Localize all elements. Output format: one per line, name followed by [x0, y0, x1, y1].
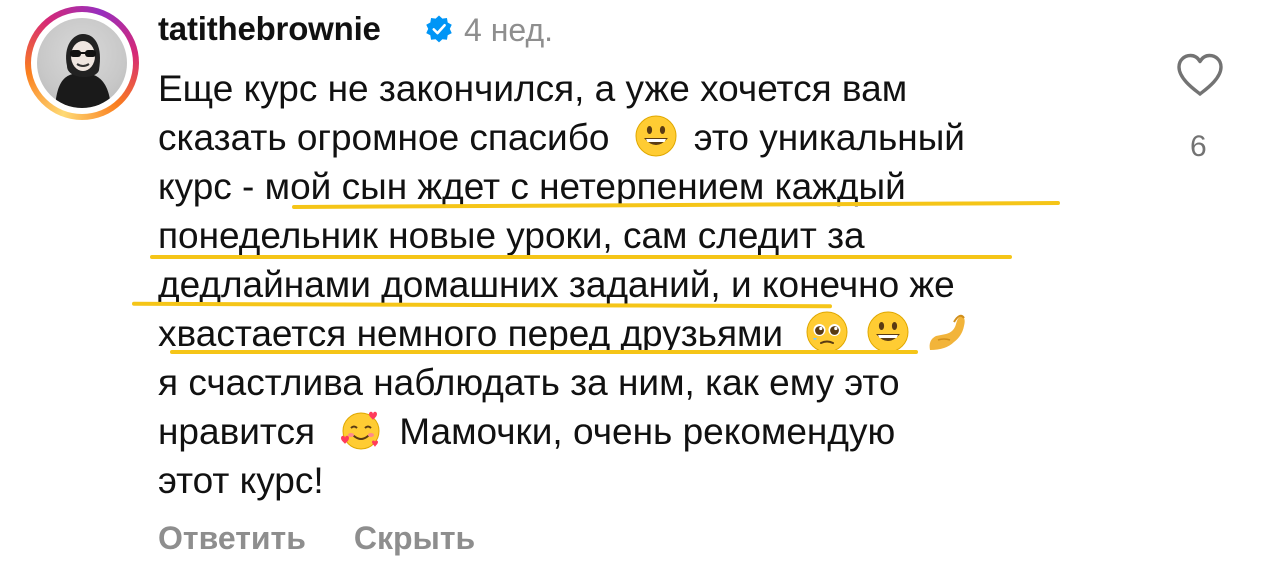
comment-line-text: это уникальный: [693, 117, 965, 158]
comment-line: Еще курс не закончился, а уже хочется ва…: [158, 64, 1158, 113]
avatar-photo: [37, 18, 127, 108]
comment-timestamp: 4 нед.: [464, 12, 554, 48]
comment-line-text: я счастлива наблюдать за ним, как ему эт…: [158, 362, 900, 403]
comment-line-text: сказать огромное спасибо: [158, 117, 610, 158]
comment-line-text: дедлайнами домашних заданий, и конечно ж…: [158, 264, 955, 305]
reply-button[interactable]: Ответить: [158, 520, 306, 556]
comment-text: Еще курс не закончился, а уже хочется ва…: [158, 64, 1158, 505]
comment-line-text: хвастается немного перед друзьями: [158, 313, 784, 354]
comment-username[interactable]: tatithebrownie: [158, 10, 381, 48]
grinning-face-emoji: [867, 311, 909, 353]
comment-line: сказать огромное спасибо это уникальный: [158, 113, 1158, 162]
highlight-underline: [170, 350, 918, 354]
heart-outline-icon[interactable]: [1175, 52, 1225, 98]
comment-line: нравится Мамочки, очень рекомендую: [158, 407, 1158, 456]
avatar-person-icon: [55, 34, 111, 108]
comment-line-text: курс - мой сын ждет с нетерпением каждый: [158, 166, 906, 207]
grinning-face-emoji: [635, 115, 677, 157]
like-count: 6: [1190, 130, 1207, 163]
comment-line-text: нравится: [158, 411, 315, 452]
comment-line: я счастлива наблюдать за ним, как ему эт…: [158, 358, 1158, 407]
pleading-face-emoji: [806, 311, 848, 353]
verified-badge-icon: [426, 15, 452, 43]
comment-line-text: Еще курс не закончился, а уже хочется ва…: [158, 68, 908, 109]
comment-actions: Ответить Скрыть: [158, 520, 523, 557]
comment-line: понедельник новые уроки, сам следит за: [158, 211, 1158, 260]
pinching-hand-emoji: [929, 314, 965, 350]
comment-line-text: понедельник новые уроки, сам следит за: [158, 215, 865, 256]
comment-line-text: этот курс!: [158, 460, 324, 501]
smiling-face-with-hearts-emoji: [341, 411, 380, 450]
comment-line-text: Мамочки, очень рекомендую: [399, 411, 896, 452]
avatar-border: [31, 12, 133, 114]
hide-button[interactable]: Скрыть: [354, 520, 475, 556]
avatar[interactable]: [25, 6, 139, 120]
comment-line: этот курс!: [158, 456, 1158, 505]
highlight-underline: [150, 255, 1012, 259]
